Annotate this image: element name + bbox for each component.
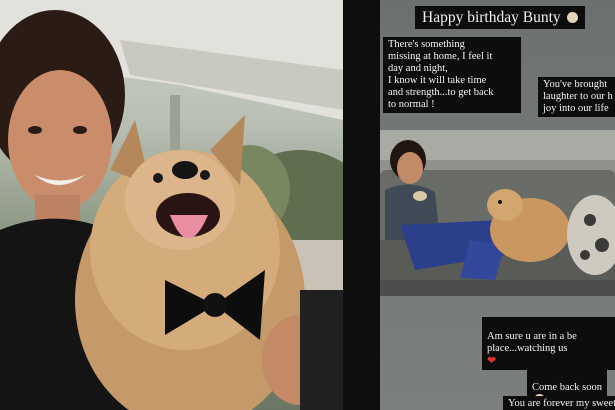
photo-illustration	[0, 0, 343, 410]
story-inset-photo	[380, 130, 615, 296]
story-caption-2: You've brought laughter to our h joy int…	[538, 77, 615, 117]
story-caption-4-text: Come back soon	[532, 382, 602, 393]
story-caption-1: There's something missing at home, I fee…	[383, 37, 521, 113]
inset-illustration	[380, 130, 615, 296]
woman-with-dog-photo	[0, 0, 343, 410]
heart-icon: ❤	[487, 355, 497, 367]
story-caption-3: Am sure u are in a be place...watching u…	[482, 317, 615, 370]
story-caption-3-text: Am sure u are in a be place...watching u…	[487, 331, 577, 354]
story-title-chip: Happy birthday Bunty	[415, 6, 585, 29]
divider	[343, 0, 380, 410]
dog-face-icon	[566, 12, 578, 23]
story-caption-5: You are forever my sweet	[503, 396, 615, 410]
story-title: Happy birthday Bunty	[422, 9, 561, 26]
story-panel: Happy birthday Bunty There's something m…	[380, 0, 615, 410]
